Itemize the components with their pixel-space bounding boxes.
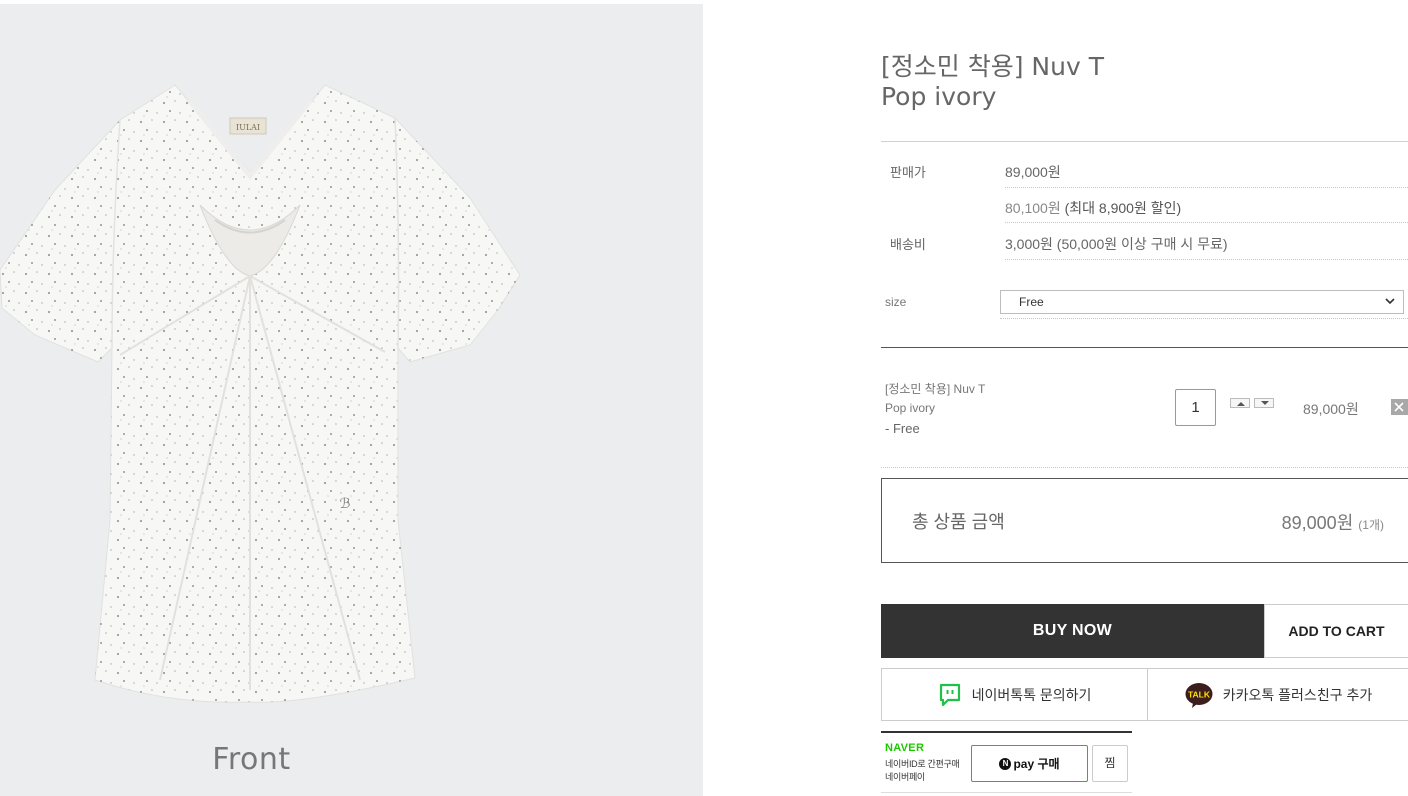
brand-tag-text: IULAI (236, 123, 260, 132)
sale-price: 89,000원 (1005, 164, 1061, 180)
shipping-value: 3,000원 (50,000원 이상 구매 시 무료) (1005, 236, 1228, 252)
quantity-down-button[interactable] (1254, 398, 1274, 408)
quantity-input[interactable]: 1 (1175, 389, 1216, 426)
close-icon (1394, 402, 1404, 412)
total-box: 총 상품 금액 89,000원 (1개) (881, 478, 1408, 563)
selected-item-name-line1: [정소민 착용] Nuv T (885, 382, 986, 396)
naver-talk-label: 네이버톡톡 문의하기 (971, 686, 1092, 703)
caret-up-icon (1237, 402, 1245, 406)
naver-talk-icon (939, 683, 960, 706)
product-title-line1: [정소민 착용] Nuv T (881, 52, 1104, 81)
kakao-talk-label: 카카오톡 플러스친구 추가 (1222, 686, 1373, 703)
selected-item-name-line2: Pop ivory (885, 401, 936, 415)
divider (1005, 187, 1408, 188)
product-image-panel[interactable]: IULAI ℬ Front (0, 4, 703, 796)
remove-item-button[interactable] (1391, 399, 1408, 415)
total-label: 총 상품 금액 (912, 512, 1005, 532)
product-title: [정소민 착용] Nuv T Pop ivory (881, 52, 1104, 112)
sale-price-label: 판매가 (890, 165, 926, 180)
divider (1005, 259, 1408, 260)
naver-pay-sub2: 네이버페이 (885, 772, 925, 782)
size-label: size (885, 295, 907, 309)
total-price: 89,000원 (1개) (1282, 509, 1384, 535)
svg-text:ℬ: ℬ (339, 496, 350, 512)
quantity-up-button[interactable] (1230, 398, 1250, 408)
discount-price: 80,100원 (1005, 200, 1061, 216)
divider (1005, 222, 1408, 223)
divider (881, 347, 1408, 348)
divider (881, 467, 1408, 468)
view-caption: Front (212, 742, 291, 777)
product-image: IULAI ℬ (0, 84, 521, 703)
size-selected-value: Free (1019, 295, 1044, 309)
kakao-talk-icon: TALK (1185, 682, 1213, 708)
kakao-talk-button[interactable]: TALK 카카오톡 플러스친구 추가 (1147, 669, 1408, 720)
selected-item-option: - Free (885, 421, 920, 436)
discount-price-row: 80,100원 (최대 8,900원 할인) (1005, 198, 1181, 218)
divider (1000, 318, 1408, 319)
total-amount: 89,000원 (1281, 513, 1354, 533)
add-to-cart-button[interactable]: ADD TO CART (1264, 604, 1408, 658)
talk-buttons: 네이버톡톡 문의하기 TALK 카카오톡 플러스친구 추가 (881, 668, 1408, 721)
naver-talk-button[interactable]: 네이버톡톡 문의하기 (882, 669, 1147, 720)
product-title-line2: Pop ivory (881, 82, 997, 111)
size-select[interactable]: Free (1000, 290, 1404, 314)
naver-brand: NAVER (885, 742, 925, 754)
wish-button[interactable]: 찜 (1092, 745, 1128, 782)
naver-pay-button[interactable]: N pay 구매 (971, 745, 1088, 782)
naver-pay-box: NAVER 네이버ID로 간편구매 네이버페이 N pay 구매 찜 (881, 731, 1132, 793)
shipping-label: 배송비 (890, 237, 926, 252)
total-count: (1개) (1358, 518, 1384, 532)
caret-down-icon (1261, 401, 1269, 405)
divider (881, 141, 1408, 142)
svg-text:TALK: TALK (1188, 689, 1211, 699)
product-info-panel: [정소민 착용] Nuv T Pop ivory 판매가 89,000원 80,… (881, 0, 1408, 796)
chevron-down-icon (1385, 298, 1395, 305)
naver-pay-sub1: 네이버ID로 간편구매 (885, 759, 960, 769)
discount-note: (최대 8,900원 할인) (1064, 200, 1182, 216)
naver-n-icon: N (999, 757, 1012, 770)
buy-now-button[interactable]: BUY NOW (881, 604, 1264, 658)
naver-pay-label: pay 구매 (1013, 757, 1060, 771)
selected-item-price: 89,000원 (1303, 401, 1359, 417)
